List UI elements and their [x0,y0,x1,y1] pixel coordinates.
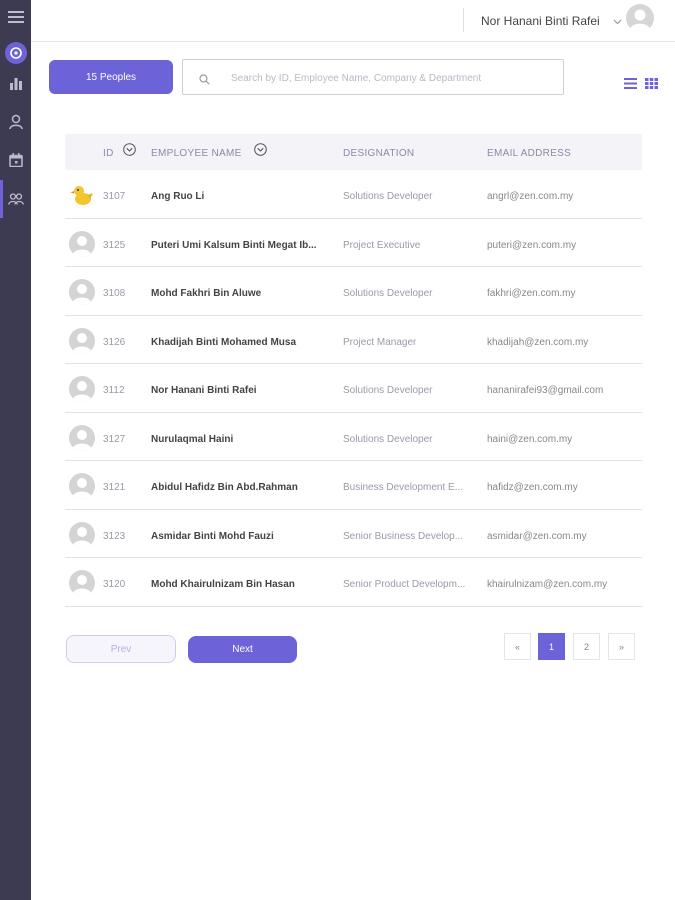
avatar-icon [69,521,95,548]
cell-id: 3112 [103,385,125,396]
people-count-button[interactable]: 15 Peoples [49,60,173,94]
avatar-icon [69,424,95,451]
table-row[interactable]: 3120 Mohd Khairulnizam Bin Hasan Senior Pr… [65,558,642,607]
page-1-button[interactable]: 1 [538,633,565,660]
dashboard-badge-icon [4,42,27,64]
cell-email: angrl@zen.com.my [487,191,574,202]
cell-id: 3123 [103,530,126,542]
column-header-employee-name[interactable]: EMPLOYEE NAME [151,148,242,159]
table-row[interactable]: 3127 Nurulaqmal Haini Solutions Developer h… [65,413,642,461]
bar-chart-icon [9,76,23,90]
cell-designation: Senior Business Develop... [343,530,464,542]
column-header-designation: DESIGNATION [343,148,415,159]
cell-employee-name[interactable]: Mohd Fakhri Bin Aluwe [151,288,339,299]
sidebar-item-reports[interactable] [0,68,31,98]
column-header-id[interactable]: ID [103,148,114,159]
cell-email: asmidar@zen.com.my [487,530,587,542]
cell-employee-name[interactable]: Nurulaqmal Haini [151,434,339,445]
menu-button[interactable] [0,2,31,32]
cell-id: 3107 [103,191,126,202]
cell-designation: Solutions Developer [343,433,433,445]
user-icon [8,114,23,130]
cell-email: hananirafei93@gmail.com [487,385,604,396]
cell-employee-name[interactable]: Abidul Hafidz Bin Abd.Rahman [151,482,339,493]
search-input[interactable] [231,69,551,87]
cell-email: hafidz@zen.com.my [487,482,578,493]
duck-avatar-icon [69,182,95,208]
cell-id: 3108 [103,288,126,299]
search-icon [199,72,210,90]
header-divider [463,8,464,32]
column-header-email: EMAIL ADDRESS [487,148,572,159]
cell-employee-name[interactable]: Nor Hanani Binti Rafei [151,385,339,396]
avatar-icon [69,376,95,402]
table-header: ID EMPLOYEE NAME DESIGNATION EMAIL ADDRE… [65,134,642,170]
cell-employee-name[interactable]: Ang Ruo Li [151,191,339,202]
sidebar-item-people[interactable] [0,184,31,214]
cell-id: 3127 [103,433,126,445]
cell-id: 3121 [103,482,126,493]
sort-chevron-icon[interactable] [123,143,136,161]
page-2-button[interactable]: 2 [573,633,600,660]
table-row[interactable]: 3123 Asmidar Binti Mohd Fauzi Senior Busin… [65,510,642,558]
user-name[interactable]: Nor Hanani Binti Rafei [481,14,600,28]
page-first-button[interactable]: « [504,633,531,660]
employee-table: ID EMPLOYEE NAME DESIGNATION EMAIL ADDRE… [65,134,642,607]
avatar-icon [69,570,95,596]
table-row[interactable]: 3112 Nor Hanani Binti Rafei Solutions Deve… [65,364,642,413]
sidebar-item-profile[interactable] [0,107,31,137]
cell-designation: Senior Product Developm... [343,579,466,590]
cell-employee-name[interactable]: Asmidar Binti Mohd Fauzi [151,531,339,542]
sidebar [0,0,31,900]
cell-designation: Project Executive [343,239,421,251]
table-row[interactable]: 3126 Khadijah Binti Mohamed Musa Project M… [65,316,642,364]
next-button[interactable]: Next [188,636,297,663]
table-row[interactable]: 3121 Abidul Hafidz Bin Abd.Rahman Business… [65,461,642,510]
cell-designation: Solutions Developer [343,385,433,396]
cell-email: khadijah@zen.com.my [487,336,589,348]
cell-employee-name[interactable]: Khadijah Binti Mohamed Musa [151,337,339,348]
cell-employee-name[interactable]: Mohd Khairulnizam Bin Hasan [151,579,339,590]
table-body: 3107 Ang Ruo Li Solutions Developer angrl@z… [65,170,642,607]
sidebar-item-dashboard[interactable] [0,38,31,68]
search-box [182,59,564,95]
cell-email: fakhri@zen.com.my [487,288,576,299]
people-icon [7,193,24,205]
cell-designation: Solutions Developer [343,191,433,202]
hamburger-icon [7,11,24,23]
cell-email: haini@zen.com.my [487,433,573,445]
cell-designation: Project Manager [343,336,417,348]
cell-employee-name[interactable]: Puteri Umi Kalsum Binti Megat Ib... [151,240,339,251]
chevron-down-icon[interactable] [613,13,622,31]
calendar-icon [8,153,23,167]
avatar-icon [69,473,95,499]
avatar-icon [69,279,95,305]
table-row[interactable]: 3125 Puteri Umi Kalsum Binti Megat Ib... P… [65,219,642,267]
cell-id: 3126 [103,336,126,348]
avatar-icon [69,230,95,257]
cell-id: 3125 [103,239,126,251]
prev-button[interactable]: Prev [66,635,176,663]
grid-view-icon[interactable] [645,76,658,94]
avatar-icon [69,327,95,354]
cell-email: puteri@zen.com.my [487,239,577,251]
table-row[interactable]: 3108 Mohd Fakhri Bin Aluwe Solutions Devel… [65,267,642,316]
sort-chevron-icon[interactable] [254,143,267,161]
table-row[interactable]: 3107 Ang Ruo Li Solutions Developer angrl@z… [65,170,642,219]
cell-email: khairulnizam@zen.com.my [487,579,608,590]
sidebar-item-calendar[interactable] [0,145,31,175]
cell-designation: Business Development E... [343,482,464,493]
user-avatar[interactable] [626,4,654,32]
list-view-icon[interactable] [624,76,637,94]
cell-id: 3120 [103,579,126,590]
top-header: Nor Hanani Binti Rafei [31,0,675,42]
page-last-button[interactable]: » [608,633,635,660]
cell-designation: Solutions Developer [343,288,433,299]
